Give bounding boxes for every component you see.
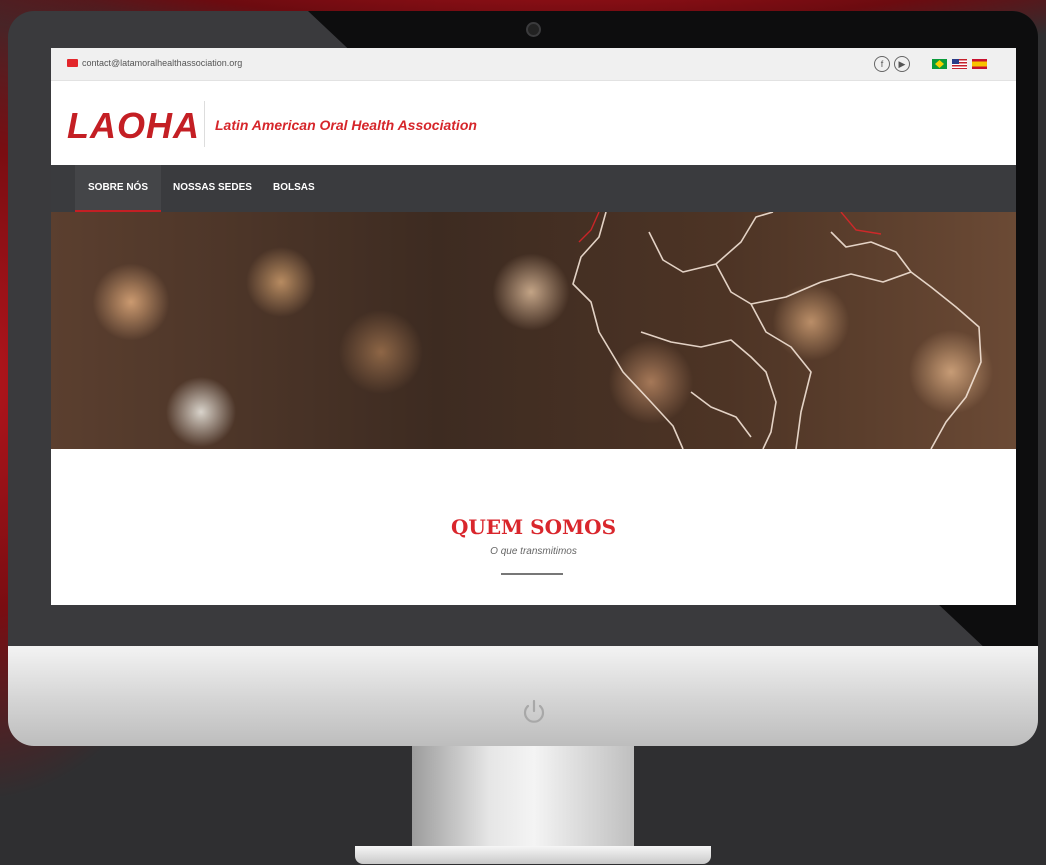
latin-america-map-outline [572,212,982,449]
hero-banner [51,212,1016,449]
email-text: contact@latamoralhealthassociation.org [82,58,243,68]
nav-item-sobre-nos[interactable]: SOBRE NÓS [75,165,162,212]
main-nav: SOBRE NÓS NOSSAS SEDES BOLSAS [51,165,1016,212]
top-bar: contact@latamoralhealthassociation.org f… [51,48,1016,81]
monitor-chin [8,646,1038,746]
section-title: QUEM SOMOS [450,515,617,539]
about-section: QUEM SOMOS O que transmitimos [51,449,1016,605]
brazil-flag-icon[interactable] [932,59,947,69]
section-divider [501,573,563,575]
language-selector [932,59,987,69]
camera-icon [526,22,541,37]
monitor-base [355,846,711,864]
nav-item-bolsas[interactable]: BOLSAS [273,165,315,212]
monitor-stand [412,746,634,858]
spain-flag-icon[interactable] [972,59,987,69]
usa-flag-icon[interactable] [952,59,967,69]
nav-item-nossas-sedes[interactable]: NOSSAS SEDES [173,165,252,212]
contact-email-link[interactable]: contact@latamoralhealthassociation.org [67,58,242,68]
power-icon [523,699,545,723]
facebook-icon[interactable]: f [874,56,890,72]
site-header: LAOHA Latin American Oral Health Associa… [51,81,1016,165]
section-subtitle: O que transmitimos [490,546,577,557]
logo-divider [204,101,205,147]
website-screen: contact@latamoralhealthassociation.org f… [51,48,1016,605]
social-links: f ▶ [874,56,910,72]
site-logo[interactable]: LAOHA [67,105,200,147]
site-tagline: Latin American Oral Health Association [215,117,477,133]
mail-icon [67,59,78,67]
youtube-icon[interactable]: ▶ [894,56,910,72]
